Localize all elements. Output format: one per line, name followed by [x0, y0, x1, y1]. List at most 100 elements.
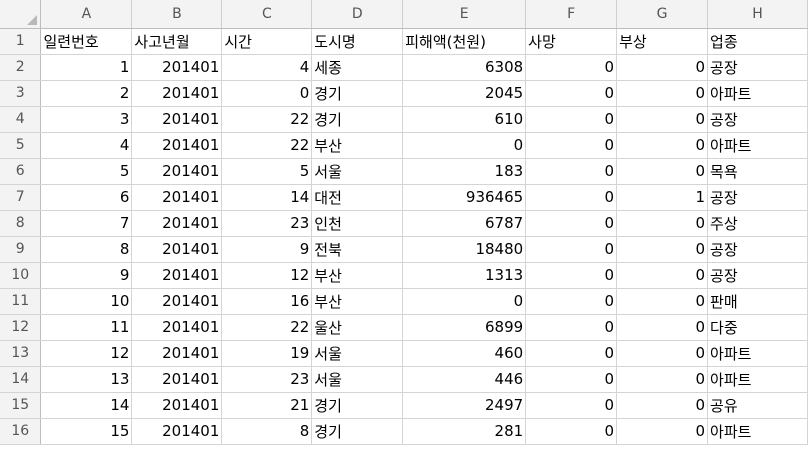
industry-cell[interactable]: 아파트	[707, 366, 808, 393]
deaths-cell[interactable]: 0	[525, 80, 618, 107]
deaths-cell[interactable]: 0	[525, 132, 618, 159]
damage-cell[interactable]: 18480	[402, 236, 527, 263]
hour-cell[interactable]: 23	[221, 210, 313, 237]
year-month-cell[interactable]: 201401	[131, 106, 223, 133]
serial-cell[interactable]: 7	[40, 210, 133, 237]
hour-cell[interactable]: 16	[221, 288, 313, 315]
injuries-cell[interactable]: 0	[616, 314, 709, 341]
damage-cell[interactable]: 183	[402, 158, 527, 185]
industry-cell[interactable]: 아파트	[707, 340, 808, 367]
row-header[interactable]: 8	[0, 210, 42, 237]
industry-cell[interactable]: 다중	[707, 314, 808, 341]
damage-cell[interactable]: 6787	[402, 210, 527, 237]
row-header[interactable]: 6	[0, 158, 42, 185]
row-header[interactable]: 3	[0, 80, 42, 107]
city-cell[interactable]: 세종	[311, 54, 404, 81]
injuries-cell[interactable]: 0	[616, 106, 709, 133]
damage-cell[interactable]: 1313	[402, 262, 527, 289]
hour-cell[interactable]: 22	[221, 314, 313, 341]
damage-cell[interactable]: 6308	[402, 54, 527, 81]
injuries-cell[interactable]: 1	[616, 184, 709, 211]
header-cell[interactable]: 시간	[221, 28, 313, 55]
damage-cell[interactable]: 6899	[402, 314, 527, 341]
year-month-cell[interactable]: 201401	[131, 54, 223, 81]
industry-cell[interactable]: 아파트	[707, 132, 808, 159]
injuries-cell[interactable]: 0	[616, 210, 709, 237]
year-month-cell[interactable]: 201401	[131, 288, 223, 315]
year-month-cell[interactable]: 201401	[131, 392, 223, 419]
deaths-cell[interactable]: 0	[525, 262, 618, 289]
hour-cell[interactable]: 0	[221, 80, 313, 107]
column-header-a[interactable]: A	[40, 0, 133, 29]
deaths-cell[interactable]: 0	[525, 210, 618, 237]
city-cell[interactable]: 부산	[311, 262, 404, 289]
year-month-cell[interactable]: 201401	[131, 340, 223, 367]
city-cell[interactable]: 서울	[311, 340, 404, 367]
city-cell[interactable]: 서울	[311, 366, 404, 393]
deaths-cell[interactable]: 0	[525, 106, 618, 133]
column-header-b[interactable]: B	[131, 0, 223, 29]
year-month-cell[interactable]: 201401	[131, 262, 223, 289]
year-month-cell[interactable]: 201401	[131, 366, 223, 393]
deaths-cell[interactable]: 0	[525, 366, 618, 393]
column-header-g[interactable]: G	[616, 0, 709, 29]
hour-cell[interactable]: 9	[221, 236, 313, 263]
industry-cell[interactable]: 주상	[707, 210, 808, 237]
serial-cell[interactable]: 5	[40, 158, 133, 185]
city-cell[interactable]: 서울	[311, 158, 404, 185]
row-header[interactable]: 12	[0, 314, 42, 341]
row-header[interactable]: 9	[0, 236, 42, 263]
city-cell[interactable]: 경기	[311, 106, 404, 133]
serial-cell[interactable]: 14	[40, 392, 133, 419]
deaths-cell[interactable]: 0	[525, 418, 618, 445]
injuries-cell[interactable]: 0	[616, 262, 709, 289]
damage-cell[interactable]: 936465	[402, 184, 527, 211]
header-cell[interactable]: 업종	[707, 28, 808, 55]
industry-cell[interactable]: 공장	[707, 184, 808, 211]
injuries-cell[interactable]: 0	[616, 236, 709, 263]
serial-cell[interactable]: 4	[40, 132, 133, 159]
industry-cell[interactable]: 아파트	[707, 418, 808, 445]
city-cell[interactable]: 경기	[311, 418, 404, 445]
industry-cell[interactable]: 공유	[707, 392, 808, 419]
row-header[interactable]: 1	[0, 28, 42, 55]
city-cell[interactable]: 인천	[311, 210, 404, 237]
city-cell[interactable]: 전북	[311, 236, 404, 263]
serial-cell[interactable]: 3	[40, 106, 133, 133]
deaths-cell[interactable]: 0	[525, 288, 618, 315]
damage-cell[interactable]: 281	[402, 418, 527, 445]
damage-cell[interactable]: 460	[402, 340, 527, 367]
hour-cell[interactable]: 5	[221, 158, 313, 185]
header-cell[interactable]: 피해액(천원)	[402, 28, 527, 55]
damage-cell[interactable]: 2045	[402, 80, 527, 107]
row-header[interactable]: 2	[0, 54, 42, 81]
city-cell[interactable]: 대전	[311, 184, 404, 211]
row-header[interactable]: 15	[0, 392, 42, 419]
header-cell[interactable]: 도시명	[311, 28, 404, 55]
hour-cell[interactable]: 21	[221, 392, 313, 419]
year-month-cell[interactable]: 201401	[131, 236, 223, 263]
industry-cell[interactable]: 아파트	[707, 80, 808, 107]
injuries-cell[interactable]: 0	[616, 392, 709, 419]
deaths-cell[interactable]: 0	[525, 184, 618, 211]
header-cell[interactable]: 사고년월	[131, 28, 223, 55]
injuries-cell[interactable]: 0	[616, 418, 709, 445]
deaths-cell[interactable]: 0	[525, 314, 618, 341]
deaths-cell[interactable]: 0	[525, 236, 618, 263]
year-month-cell[interactable]: 201401	[131, 210, 223, 237]
injuries-cell[interactable]: 0	[616, 366, 709, 393]
hour-cell[interactable]: 23	[221, 366, 313, 393]
injuries-cell[interactable]: 0	[616, 288, 709, 315]
injuries-cell[interactable]: 0	[616, 158, 709, 185]
hour-cell[interactable]: 19	[221, 340, 313, 367]
year-month-cell[interactable]: 201401	[131, 314, 223, 341]
header-cell[interactable]: 부상	[616, 28, 709, 55]
year-month-cell[interactable]: 201401	[131, 184, 223, 211]
column-header-d[interactable]: D	[311, 0, 404, 29]
deaths-cell[interactable]: 0	[525, 340, 618, 367]
industry-cell[interactable]: 판매	[707, 288, 808, 315]
column-header-h[interactable]: H	[707, 0, 808, 29]
deaths-cell[interactable]: 0	[525, 158, 618, 185]
row-header[interactable]: 10	[0, 262, 42, 289]
damage-cell[interactable]: 0	[402, 288, 527, 315]
